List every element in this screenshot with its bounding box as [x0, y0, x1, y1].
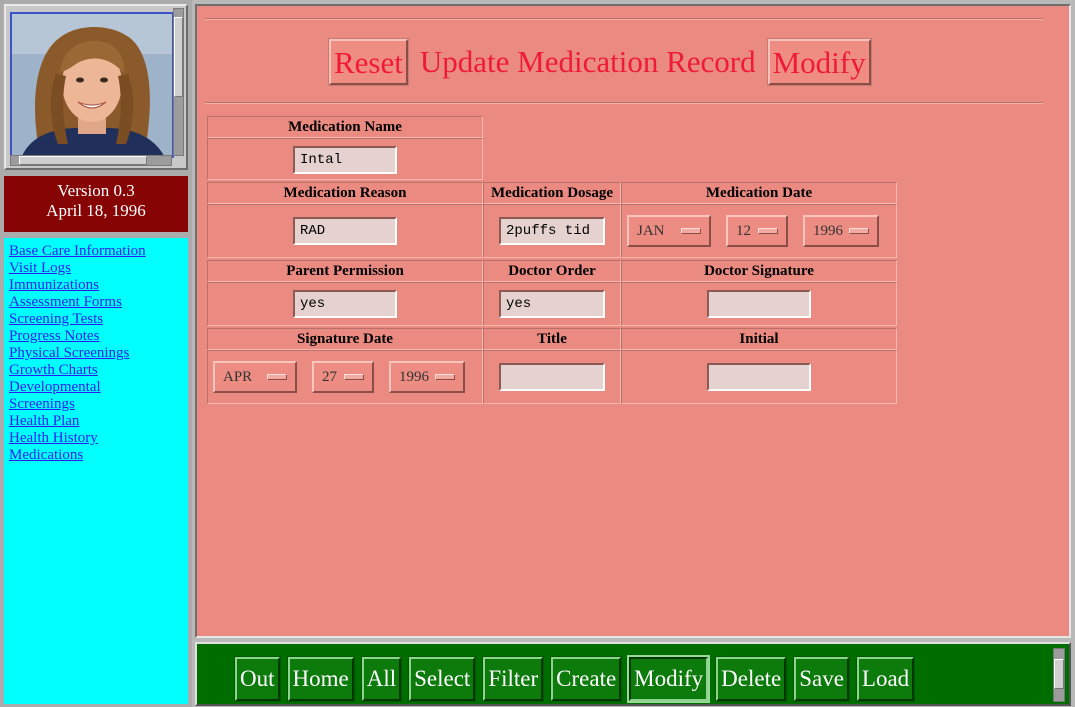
header-divider [205, 102, 1043, 104]
medication-form: Medication Name Intal Medication Reason … [207, 116, 897, 404]
version-date: April 18, 1996 [46, 201, 146, 220]
option-menu-indicator-icon [681, 228, 701, 234]
header-row: Reset Update Medication Record Modify [328, 36, 872, 88]
doctor-order-input[interactable]: yes [499, 290, 605, 318]
title-label: Title [483, 328, 621, 350]
load-button[interactable]: Load [855, 656, 916, 702]
medication-reason-input[interactable]: RAD [293, 217, 397, 245]
out-button[interactable]: Out [234, 656, 281, 702]
medication-reason-label: Medication Reason [207, 182, 483, 204]
student-photo-frame [4, 4, 188, 170]
doctor-order-label: Doctor Order [483, 260, 621, 282]
version-label: Version 0.3 [57, 181, 135, 200]
scrollbar-thumb[interactable] [1054, 659, 1064, 689]
student-photo [10, 12, 174, 158]
initial-label: Initial [621, 328, 897, 350]
option-menu-indicator-icon [758, 228, 778, 234]
main-panel: Reset Update Medication Record Modify Me… [195, 4, 1071, 638]
medication-name-input[interactable]: Intal [293, 146, 397, 174]
modify-button[interactable]: Modify [627, 655, 711, 703]
medication-date-day-value: 12 [736, 223, 751, 239]
left-column: Version 0.3 April 18, 1996 Base Care Inf… [0, 0, 192, 707]
scrollbar-thumb[interactable] [19, 156, 147, 165]
title-cell [483, 350, 621, 404]
select-button[interactable]: Select [408, 656, 477, 702]
doctor-signature-cell [621, 282, 897, 326]
signature-date-label: Signature Date [207, 328, 483, 350]
option-menu-indicator-icon [267, 374, 287, 380]
nav-link-immunizations[interactable]: Immunizations [9, 277, 188, 294]
signature-date-cell: APR 27 1996 [207, 350, 483, 404]
parent-permission-input[interactable]: yes [293, 290, 397, 318]
nav-link-base-care-information[interactable]: Base Care Information [9, 243, 188, 260]
nav-link-visit-logs[interactable]: Visit Logs [9, 260, 188, 277]
medication-date-label: Medication Date [621, 182, 897, 204]
signature-date-day-value: 27 [322, 369, 337, 385]
nav-link-developmental[interactable]: Developmental [9, 379, 188, 396]
version-box: Version 0.3 April 18, 1996 [4, 176, 188, 232]
medication-name-label: Medication Name [207, 116, 483, 138]
signature-date-day-select[interactable]: 27 [312, 361, 374, 393]
option-menu-indicator-icon [435, 374, 455, 380]
nav-link-progress-notes[interactable]: Progress Notes [9, 328, 188, 345]
scrollbar-thumb[interactable] [174, 17, 183, 97]
parent-permission-cell: yes [207, 282, 483, 326]
toolbar-buttons: Out Home All Select Filter Create Modify… [234, 655, 922, 703]
nav-link-medications[interactable]: Medications [9, 447, 188, 464]
nav-link-health-history[interactable]: Health History [9, 430, 188, 447]
nav-link-assessment-forms[interactable]: Assessment Forms [9, 294, 188, 311]
nav-link-screenings[interactable]: Screenings [9, 396, 188, 413]
medication-reason-cell: RAD [207, 204, 483, 258]
signature-date-year-value: 1996 [399, 369, 429, 385]
initial-input[interactable] [707, 363, 811, 391]
medication-dosage-label: Medication Dosage [483, 182, 621, 204]
nav-link-growth-charts[interactable]: Growth Charts [9, 362, 188, 379]
medication-name-cell: Intal [207, 138, 483, 180]
medication-date-year-select[interactable]: 1996 [803, 215, 879, 247]
medication-date-day-select[interactable]: 12 [726, 215, 788, 247]
reset-button[interactable]: Reset [328, 38, 409, 86]
medication-dosage-cell: 2puffs tid [483, 204, 621, 258]
medication-date-year-value: 1996 [813, 223, 843, 239]
signature-date-month-value: APR [223, 369, 253, 385]
medication-date-cell: JAN 12 1996 [621, 204, 897, 258]
top-divider [205, 18, 1043, 20]
photo-vertical-scrollbar[interactable] [173, 8, 184, 156]
option-menu-indicator-icon [849, 228, 869, 234]
medication-date-month-select[interactable]: JAN [627, 215, 711, 247]
doctor-order-cell: yes [483, 282, 621, 326]
home-button[interactable]: Home [286, 656, 355, 702]
nav-link-screening-tests[interactable]: Screening Tests [9, 311, 188, 328]
modify-record-button[interactable]: Modify [766, 38, 872, 86]
parent-permission-label: Parent Permission [207, 260, 483, 282]
nav-link-health-plan[interactable]: Health Plan [9, 413, 188, 430]
medication-date-month-value: JAN [637, 223, 665, 239]
nav-links: Base Care Information Visit Logs Immuniz… [4, 238, 188, 704]
page-title: Update Medication Record [419, 44, 756, 79]
signature-date-month-select[interactable]: APR [213, 361, 297, 393]
nav-link-physical-screenings[interactable]: Physical Screenings [9, 345, 188, 362]
title-input[interactable] [499, 363, 605, 391]
save-button[interactable]: Save [793, 656, 850, 702]
delete-button[interactable]: Delete [715, 656, 788, 702]
photo-horizontal-scrollbar[interactable] [10, 155, 172, 166]
option-menu-indicator-icon [344, 374, 364, 380]
all-button[interactable]: All [360, 656, 403, 702]
create-button[interactable]: Create [550, 656, 623, 702]
doctor-signature-label: Doctor Signature [621, 260, 897, 282]
bottom-toolbar: Out Home All Select Filter Create Modify… [195, 642, 1071, 706]
signature-date-year-select[interactable]: 1996 [389, 361, 465, 393]
medication-dosage-input[interactable]: 2puffs tid [499, 217, 605, 245]
initial-cell [621, 350, 897, 404]
filter-button[interactable]: Filter [482, 656, 545, 702]
doctor-signature-input[interactable] [707, 290, 811, 318]
toolbar-scrollbar[interactable] [1053, 648, 1065, 702]
